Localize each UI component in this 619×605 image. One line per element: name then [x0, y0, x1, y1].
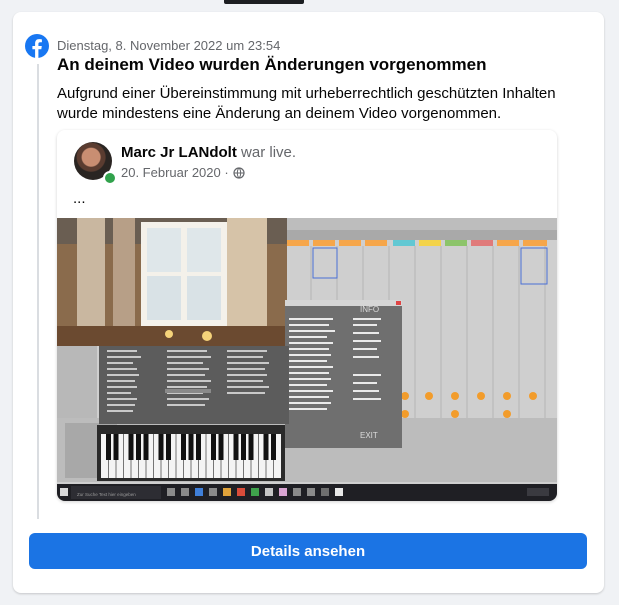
media-dialog-title: INFO — [360, 305, 379, 314]
post-date[interactable]: 20. Februar 2020 · — [121, 165, 229, 180]
online-status-dot — [103, 171, 117, 185]
post-author-line: Marc Jr LANdolt war live. — [121, 144, 296, 161]
post-text: ... — [73, 190, 86, 207]
post-date-line: 20. Februar 2020 · — [121, 165, 245, 180]
post-author-name[interactable]: Marc Jr LANdolt — [121, 144, 237, 161]
media-dialog-exit: EXIT — [360, 431, 378, 440]
facebook-icon — [25, 34, 49, 58]
notification-timestamp: Dienstag, 8. November 2022 um 23:54 — [57, 38, 281, 53]
notification-title: An deinem Video wurden Änderungen vorgen… — [57, 55, 487, 74]
media-taskbar-search: Zur Suche Text hier eingeben — [77, 492, 136, 497]
video-frame: INFO EXIT Zur Suche Text hier eingeben — [57, 218, 557, 501]
notification-card: Dienstag, 8. November 2022 um 23:54 An d… — [13, 12, 604, 593]
details-button[interactable]: Details ansehen — [29, 533, 587, 569]
timeline-line — [37, 64, 39, 519]
top-edge-tab — [224, 0, 304, 4]
notification-body: Aufgrund einer Übereinstimmung mit urheb… — [57, 85, 556, 122]
post-author-suffix: war live. — [241, 144, 297, 161]
video-thumbnail[interactable]: INFO EXIT Zur Suche Text hier eingeben — [57, 218, 557, 501]
embedded-post[interactable]: Marc Jr LANdolt war live. 20. Februar 20… — [57, 130, 557, 501]
globe-icon — [233, 166, 245, 179]
